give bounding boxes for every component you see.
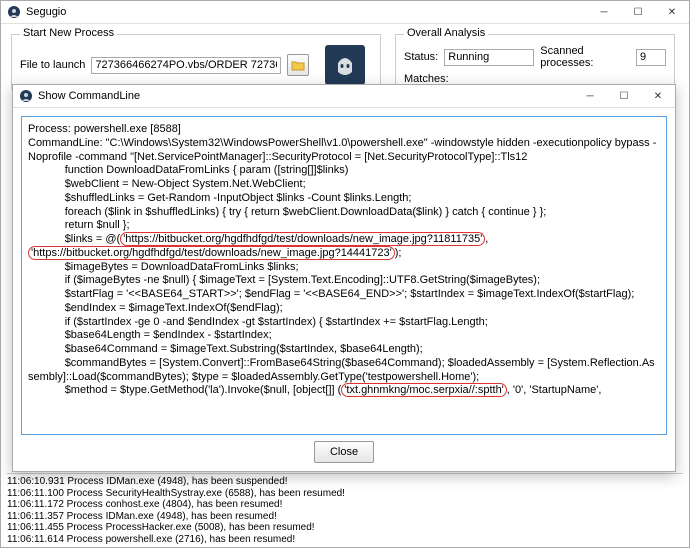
- group-legend: Start New Process: [20, 27, 117, 39]
- segugio-avatar: [325, 45, 365, 85]
- highlighted-url: 'https://bitbucket.org/hgdfhdfgd/test/do…: [120, 232, 485, 246]
- log-line: 11:06:11.357 Process IDMan.exe (4948), h…: [7, 511, 683, 523]
- main-title: Segugio: [26, 6, 66, 18]
- app-icon: [19, 89, 33, 103]
- log-line: 11:06:11.100 Process SecurityHealthSystr…: [7, 488, 683, 500]
- dialog-body: Process: powershell.exe [8588] CommandLi…: [13, 108, 675, 471]
- start-new-process-group: Start New Process File to launch Command…: [11, 34, 381, 90]
- status-label: Status:: [404, 51, 438, 63]
- overall-analysis-group: Overall Analysis Status: Scanned process…: [395, 34, 675, 90]
- group-legend: Overall Analysis: [404, 27, 488, 39]
- log-line: 11:06:11.172 Process conhost.exe (4804),…: [7, 499, 683, 511]
- file-to-launch-label: File to launch: [20, 59, 85, 71]
- log-line: 11:06:11.455 Process ProcessHacker.exe (…: [7, 522, 683, 534]
- browse-button[interactable]: [287, 54, 309, 76]
- log-line: 11:06:10.931 Process IDMan.exe (4948), h…: [7, 476, 683, 488]
- minimize-button[interactable]: ─: [587, 1, 621, 23]
- highlighted-url: 'txt.ghnmkng/moc.serpxia//:sptth': [341, 383, 507, 397]
- app-icon: [7, 5, 21, 19]
- status-value[interactable]: [444, 49, 534, 66]
- close-button[interactable]: Close: [314, 441, 374, 463]
- dialog-maximize-button[interactable]: ☐: [607, 85, 641, 107]
- dialog-titlebar: Show CommandLine ─ ☐ ✕: [13, 85, 675, 108]
- close-button[interactable]: ✕: [655, 1, 689, 23]
- dialog-title: Show CommandLine: [38, 90, 140, 102]
- commandline-text[interactable]: Process: powershell.exe [8588] CommandLi…: [21, 116, 667, 435]
- log-line: 11:06:11.614 Process powershell.exe (271…: [7, 534, 683, 546]
- maximize-button[interactable]: ☐: [621, 1, 655, 23]
- folder-icon: [291, 59, 305, 71]
- file-to-launch-input[interactable]: [91, 57, 281, 74]
- log-area: 11:06:10.931 Process IDMan.exe (4948), h…: [7, 473, 683, 545]
- dialog-close-button[interactable]: ✕: [641, 85, 675, 107]
- highlighted-url: 'https://bitbucket.org/hgdfhdfgd/test/do…: [28, 246, 395, 260]
- scanned-label: Scanned processes:: [540, 45, 630, 69]
- main-titlebar: Segugio ─ ☐ ✕: [1, 1, 689, 24]
- dialog-minimize-button[interactable]: ─: [573, 85, 607, 107]
- scanned-value[interactable]: [636, 49, 666, 66]
- commandline-dialog: Show CommandLine ─ ☐ ✕ Process: powershe…: [12, 84, 676, 472]
